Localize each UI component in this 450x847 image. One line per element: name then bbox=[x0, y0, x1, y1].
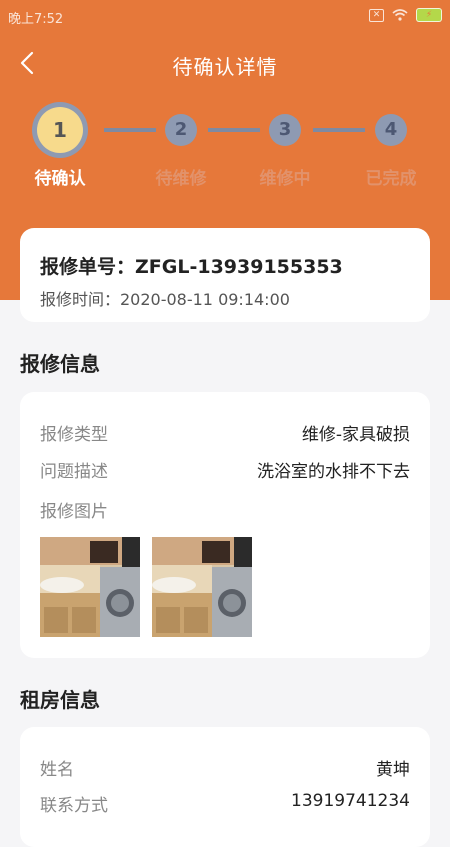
problem-desc-label: 问题描述 bbox=[40, 462, 108, 482]
contact-row: 联系方式 13919741234 bbox=[40, 791, 410, 816]
order-number: 报修单号：ZFGL-13939155353 bbox=[40, 256, 343, 278]
contact-label: 联系方式 bbox=[40, 796, 108, 816]
page-title: 待确认详情 bbox=[172, 55, 278, 79]
wifi-icon bbox=[392, 9, 408, 21]
repair-type-row: 报修类型 维修-家具破损 bbox=[40, 420, 410, 445]
navigation-bar: 待确认详情 bbox=[0, 40, 450, 88]
repair-photos-label: 报修图片 bbox=[40, 502, 108, 522]
status-time: 晚上7:52 bbox=[8, 12, 64, 27]
problem-desc-value: 洗浴室的水排不下去 bbox=[257, 462, 410, 482]
step-4-label: 已完成 bbox=[365, 169, 417, 189]
repair-type-value: 维修-家具破损 bbox=[301, 425, 410, 445]
step-3-label: 维修中 bbox=[259, 169, 311, 189]
repair-photo-thumbnail[interactable] bbox=[40, 537, 140, 637]
tenant-name-label: 姓名 bbox=[40, 760, 74, 780]
contact-value[interactable]: 13919741234 bbox=[291, 791, 410, 811]
status-icons: ✕ ⚡ bbox=[369, 8, 442, 22]
tenant-name-value: 黄坤 bbox=[376, 760, 410, 780]
step-connector bbox=[313, 128, 365, 132]
step-2-label: 待维修 bbox=[155, 169, 207, 189]
step-4-circle: 4 bbox=[375, 114, 407, 146]
order-summary-card: 报修单号：ZFGL-13939155353 报修时间：2020-08-11 09… bbox=[20, 228, 430, 322]
step-1-label: 待确认 bbox=[34, 169, 86, 189]
progress-steps: 1 2 3 4 待确认 待维修 维修中 已完成 bbox=[0, 100, 450, 200]
status-bar: 晚上7:52 ✕ ⚡ bbox=[0, 0, 450, 32]
tenant-name-row: 姓名 黄坤 bbox=[40, 755, 410, 780]
repair-type-label: 报修类型 bbox=[40, 425, 108, 445]
step-1-circle: 1 bbox=[37, 107, 83, 153]
step-connector bbox=[104, 128, 156, 132]
no-sim-icon: ✕ bbox=[369, 8, 384, 22]
problem-desc-row: 问题描述 洗浴室的水排不下去 bbox=[40, 457, 410, 482]
order-time: 报修时间：2020-08-11 09:14:00 bbox=[40, 290, 290, 309]
battery-icon: ⚡ bbox=[416, 8, 442, 22]
repair-photo-thumbnail[interactable] bbox=[152, 537, 252, 637]
repair-info-heading: 报修信息 bbox=[20, 352, 100, 376]
repair-photos-row: 报修图片 bbox=[40, 497, 410, 522]
step-3-circle: 3 bbox=[269, 114, 301, 146]
rental-info-heading: 租房信息 bbox=[20, 688, 100, 712]
repair-info-card: 报修类型 维修-家具破损 问题描述 洗浴室的水排不下去 报修图片 bbox=[20, 392, 430, 658]
rental-info-card: 姓名 黄坤 联系方式 13919741234 bbox=[20, 727, 430, 847]
step-2-circle: 2 bbox=[165, 114, 197, 146]
step-connector bbox=[208, 128, 260, 132]
